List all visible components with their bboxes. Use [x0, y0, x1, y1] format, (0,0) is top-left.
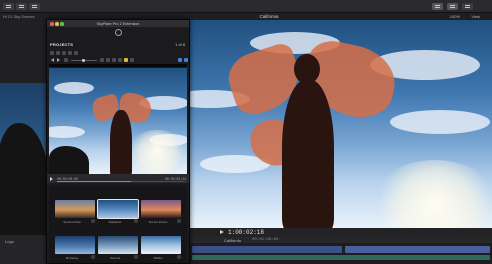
timeline-header: California 00:01:28:04 — [190, 237, 492, 243]
share-icon — [435, 5, 440, 8]
preset-label: Sunset Dunes — [148, 220, 168, 224]
import-button[interactable] — [3, 3, 14, 10]
cloud — [54, 82, 94, 94]
library-title: Hi 21 Sky Scenes — [3, 14, 35, 19]
viewer-image — [190, 20, 492, 228]
favorite-icon[interactable] — [134, 255, 138, 259]
person-silhouette — [282, 80, 334, 228]
play-icon[interactable] — [220, 230, 224, 234]
preset-label: Redlands — [108, 220, 122, 224]
person-silhouette — [110, 110, 132, 174]
timeline-audio-clip[interactable] — [192, 255, 490, 260]
preset-thumbnail[interactable] — [141, 200, 181, 218]
preset-label: Malibu — [153, 256, 163, 260]
timeline-clip[interactable] — [345, 246, 490, 253]
favorite-icon[interactable] — [91, 255, 95, 259]
plugin-divider — [49, 64, 187, 67]
undo-icon[interactable] — [50, 51, 54, 55]
scrub-end-timecode: 00:00:03:24 — [164, 176, 186, 181]
play-icon[interactable] — [50, 177, 53, 181]
cloud — [390, 110, 490, 134]
timeline-duration: 00:01:28:04 — [252, 237, 279, 242]
sun-glow — [127, 130, 187, 174]
person-head — [294, 54, 320, 84]
rocks-shape — [49, 146, 89, 174]
share-button[interactable] — [432, 3, 443, 10]
preset-thumbnail[interactable] — [55, 236, 95, 254]
viewer-timecode: 1:00:02:18 — [228, 229, 265, 236]
favorite-icon[interactable] — [177, 219, 181, 223]
favorite-icon[interactable] — [91, 219, 95, 223]
keyword-icon — [19, 5, 24, 8]
preset-label: Sunrise Ibiza — [63, 220, 81, 224]
preset-thumbnail[interactable] — [55, 200, 95, 218]
duplicate-icon[interactable] — [74, 51, 78, 55]
plugin-controls-row — [47, 57, 189, 63]
layout-icon — [450, 5, 455, 8]
favorite-icon[interactable] — [177, 255, 181, 259]
scrub-start-timecode: 00:00:00:00 — [57, 176, 79, 181]
redo-icon[interactable] — [56, 51, 60, 55]
sun-glow — [370, 160, 492, 228]
viewer-transport: 1:00:02:18 — [190, 228, 492, 237]
projects-label: PROJECTS — [50, 41, 74, 47]
keyword-button[interactable] — [16, 3, 27, 10]
previous-icon[interactable] — [51, 58, 54, 62]
crop-icon[interactable] — [118, 58, 122, 62]
timeline-clip[interactable] — [192, 246, 342, 253]
blend-slider-knob[interactable] — [82, 59, 85, 62]
page-indicator: 1 of 8 — [174, 41, 185, 47]
tool-icon[interactable] — [64, 58, 68, 62]
scrub-progress — [57, 181, 132, 182]
plugin-preview-image — [49, 68, 187, 174]
flip-icon[interactable] — [112, 58, 116, 62]
plugin-window: SkyPlate Pro 2 Extension PROJECTS 1 of 8 — [46, 19, 190, 264]
layout-toggle-button[interactable] — [447, 3, 458, 10]
preset-thumbnail[interactable] — [97, 199, 139, 219]
projects-row: PROJECTS 1 of 8 — [47, 40, 189, 48]
eyedropper-icon[interactable] — [106, 58, 110, 62]
color-match-icon[interactable] — [124, 58, 128, 62]
plugin-logo-icon — [115, 29, 122, 36]
plugin-scrubber[interactable]: 00:00:00:00 00:00:03:24 — [47, 174, 189, 183]
favorite-icon[interactable] — [134, 219, 138, 223]
rocks-shape — [0, 123, 46, 248]
plugin-window-title: SkyPlate Pro 2 Extension — [96, 21, 140, 26]
cloud — [49, 126, 85, 138]
browser-thumbnail[interactable] — [0, 83, 46, 248]
preset-thumbnail[interactable] — [141, 236, 181, 254]
plugin-titlebar: SkyPlate Pro 2 Extension — [47, 20, 189, 27]
next-icon[interactable] — [57, 58, 60, 62]
preset-label: Summit — [109, 256, 121, 260]
settings-icon[interactable] — [178, 58, 182, 62]
analysis-button[interactable] — [29, 3, 40, 10]
inspector-toggle-button[interactable] — [462, 3, 473, 10]
plugin-tools-row — [47, 50, 189, 56]
analysis-icon — [32, 5, 37, 8]
grid-icon[interactable] — [130, 58, 134, 62]
add-icon[interactable] — [62, 51, 66, 55]
delete-icon[interactable] — [68, 51, 72, 55]
timeline-panel: California 00:01:28:04 — [190, 237, 492, 264]
zoom-level-dropdown[interactable]: 100% — [450, 14, 460, 19]
preset-label: Monterey — [65, 256, 79, 260]
timeline-project-name[interactable]: California — [224, 238, 241, 243]
preset-grid: Sunrise Ibiza Redlands Sunset Dunes Mont… — [49, 186, 187, 263]
mask-icon[interactable] — [100, 58, 104, 62]
sidebar-tab[interactable]: Logo — [5, 239, 14, 244]
app-toolbar — [0, 0, 492, 13]
import-icon — [6, 5, 11, 8]
export-icon[interactable] — [184, 58, 188, 62]
library-browser: Hi 21 Sky Scenes — [0, 13, 46, 264]
sidebar-lower-panel: Logo — [0, 235, 46, 264]
view-dropdown[interactable]: View — [471, 14, 480, 19]
preset-thumbnail[interactable] — [98, 236, 138, 254]
scrub-track[interactable] — [57, 181, 185, 182]
inspector-icon — [465, 5, 470, 8]
